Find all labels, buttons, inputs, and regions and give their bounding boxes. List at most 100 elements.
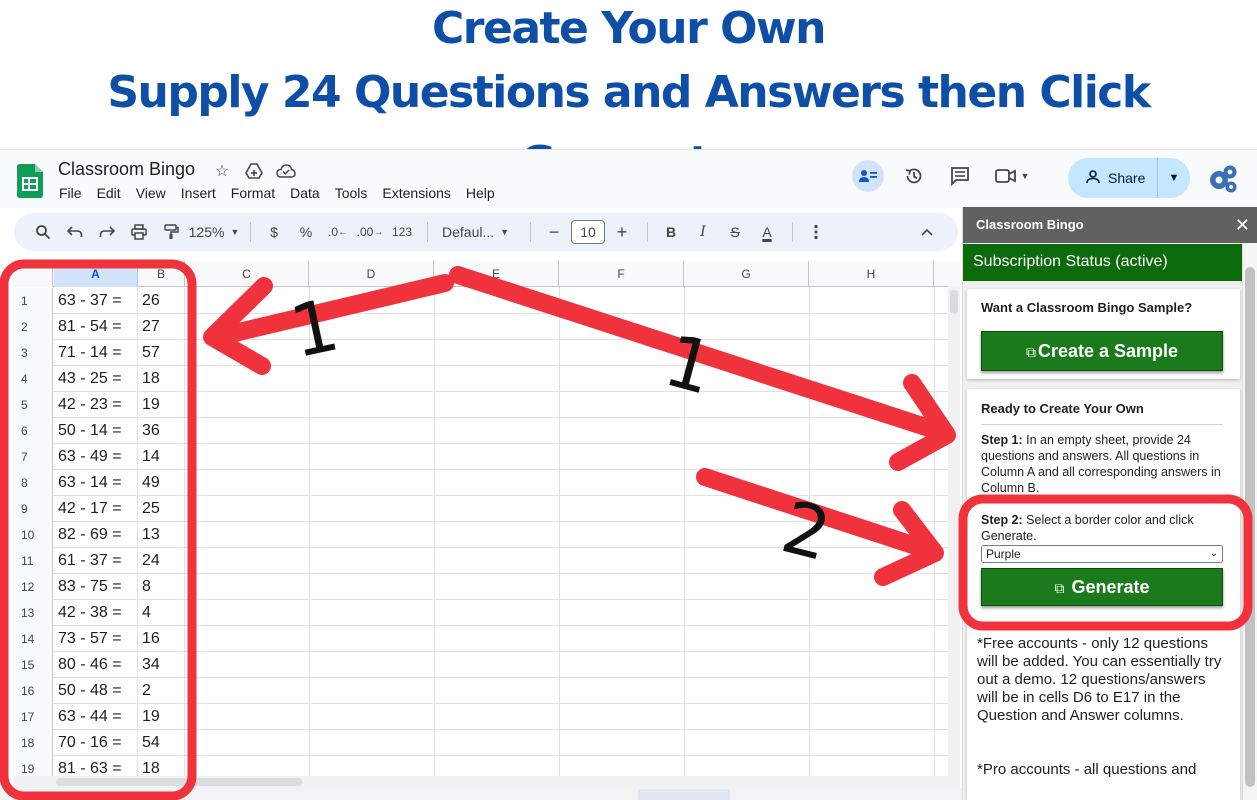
font-size-input[interactable]: 10 bbox=[571, 220, 605, 244]
more-options-button[interactable] bbox=[801, 218, 831, 246]
row-number[interactable]: 16 bbox=[13, 678, 53, 704]
row-number[interactable]: 1 bbox=[13, 288, 53, 314]
spreadsheet-grid[interactable]: A B C D E F G H 1 63 - 37 = 26 2 81 - 54 = 2… bbox=[13, 261, 960, 776]
redo-button[interactable] bbox=[92, 218, 122, 246]
answer-cell[interactable]: 36 bbox=[138, 418, 185, 444]
star-icon[interactable]: ☆ bbox=[211, 160, 233, 182]
row-number[interactable]: 12 bbox=[13, 574, 53, 600]
sidebar-scroll-thumb[interactable] bbox=[1245, 267, 1255, 787]
menu-view[interactable]: View bbox=[136, 185, 166, 201]
row-number[interactable]: 7 bbox=[13, 444, 53, 470]
answer-cell[interactable]: 14 bbox=[138, 444, 185, 470]
row-number[interactable]: 8 bbox=[13, 470, 53, 496]
row-number[interactable]: 10 bbox=[13, 522, 53, 548]
column-header-g[interactable]: G bbox=[684, 261, 809, 287]
text-color-button[interactable]: A bbox=[752, 218, 782, 246]
print-button[interactable] bbox=[124, 218, 154, 246]
collapse-toolbar-button[interactable] bbox=[912, 218, 942, 246]
question-cell[interactable]: 42 - 38 = bbox=[54, 600, 138, 626]
question-cell[interactable]: 50 - 14 = bbox=[54, 418, 138, 444]
presence-button[interactable] bbox=[852, 160, 884, 192]
question-cell[interactable]: 73 - 57 = bbox=[54, 626, 138, 652]
answer-cell[interactable]: 19 bbox=[138, 392, 185, 418]
question-cell[interactable]: 42 - 23 = bbox=[54, 392, 138, 418]
strikethrough-button[interactable]: S bbox=[720, 218, 750, 246]
menu-edit[interactable]: Edit bbox=[97, 185, 121, 201]
drive-icon[interactable] bbox=[243, 160, 265, 182]
currency-format-button[interactable]: $ bbox=[259, 218, 289, 246]
paint-format-button[interactable] bbox=[156, 218, 186, 246]
question-cell[interactable]: 63 - 44 = bbox=[54, 704, 138, 730]
question-cell[interactable]: 81 - 54 = bbox=[54, 314, 138, 340]
sheets-logo-icon[interactable] bbox=[17, 164, 43, 198]
answer-cell[interactable]: 27 bbox=[138, 314, 185, 340]
italic-button[interactable]: I bbox=[688, 218, 718, 246]
answer-cell[interactable]: 19 bbox=[138, 704, 185, 730]
version-history-button[interactable] bbox=[898, 160, 930, 192]
question-cell[interactable]: 80 - 46 = bbox=[54, 652, 138, 678]
increase-decimal-button[interactable]: .00 → bbox=[355, 218, 385, 246]
answer-cell[interactable]: 26 bbox=[138, 288, 185, 314]
answer-cell[interactable]: 16 bbox=[138, 626, 185, 652]
decrease-font-size-button[interactable]: − bbox=[539, 218, 569, 246]
row-number[interactable]: 6 bbox=[13, 418, 53, 444]
menu-tools[interactable]: Tools bbox=[335, 185, 368, 201]
row-number[interactable]: 5 bbox=[13, 392, 53, 418]
decrease-decimal-button[interactable]: .0 ← bbox=[323, 218, 353, 246]
menu-help[interactable]: Help bbox=[466, 185, 495, 201]
more-formats-button[interactable]: 123 bbox=[387, 218, 417, 246]
generate-button[interactable]: ⧉ Generate bbox=[981, 568, 1223, 606]
menu-data[interactable]: Data bbox=[290, 185, 320, 201]
column-header-e[interactable]: E bbox=[434, 261, 559, 287]
column-header-a[interactable]: A bbox=[54, 261, 138, 287]
share-button[interactable]: Share ▼ bbox=[1068, 158, 1190, 198]
answer-cell[interactable]: 25 bbox=[138, 496, 185, 522]
question-cell[interactable]: 63 - 49 = bbox=[54, 444, 138, 470]
answer-cell[interactable]: 8 bbox=[138, 574, 185, 600]
question-cell[interactable]: 70 - 16 = bbox=[54, 730, 138, 756]
row-number[interactable]: 2 bbox=[13, 314, 53, 340]
border-color-select[interactable]: Purple ⌄ bbox=[981, 545, 1223, 563]
menu-file[interactable]: File bbox=[59, 185, 82, 201]
question-cell[interactable]: 63 - 14 = bbox=[54, 470, 138, 496]
answer-cell[interactable]: 18 bbox=[138, 756, 185, 776]
column-header-b[interactable]: B bbox=[138, 261, 185, 287]
menu-format[interactable]: Format bbox=[231, 185, 275, 201]
vertical-scrollbar[interactable] bbox=[948, 286, 960, 776]
question-cell[interactable]: 61 - 37 = bbox=[54, 548, 138, 574]
row-number[interactable]: 4 bbox=[13, 366, 53, 392]
row-number[interactable]: 9 bbox=[13, 496, 53, 522]
question-cell[interactable]: 63 - 37 = bbox=[54, 288, 138, 314]
horizontal-scroll-thumb[interactable] bbox=[56, 778, 302, 786]
menu-insert[interactable]: Insert bbox=[181, 185, 216, 201]
question-cell[interactable]: 42 - 17 = bbox=[54, 496, 138, 522]
row-number[interactable]: 19 bbox=[13, 756, 53, 776]
chevron-down-icon[interactable]: ▼ bbox=[1158, 172, 1190, 184]
question-cell[interactable]: 50 - 48 = bbox=[54, 678, 138, 704]
column-header-h[interactable]: H bbox=[809, 261, 934, 287]
question-cell[interactable]: 82 - 69 = bbox=[54, 522, 138, 548]
answer-cell[interactable]: 57 bbox=[138, 340, 185, 366]
sheet-tab[interactable] bbox=[638, 789, 730, 800]
undo-button[interactable] bbox=[60, 218, 90, 246]
row-number[interactable]: 18 bbox=[13, 730, 53, 756]
vertical-scroll-thumb[interactable] bbox=[950, 290, 958, 314]
answer-cell[interactable]: 34 bbox=[138, 652, 185, 678]
answer-cell[interactable]: 49 bbox=[138, 470, 185, 496]
gear-icon[interactable] bbox=[1206, 162, 1240, 196]
row-number[interactable]: 11 bbox=[13, 548, 53, 574]
answer-cell[interactable]: 54 bbox=[138, 730, 185, 756]
row-number[interactable]: 17 bbox=[13, 704, 53, 730]
row-number[interactable]: 13 bbox=[13, 600, 53, 626]
row-number[interactable]: 15 bbox=[13, 652, 53, 678]
answer-cell[interactable]: 4 bbox=[138, 600, 185, 626]
menu-extensions[interactable]: Extensions bbox=[382, 185, 450, 201]
meet-button[interactable]: ▼ bbox=[990, 160, 1034, 192]
question-cell[interactable]: 83 - 75 = bbox=[54, 574, 138, 600]
answer-cell[interactable]: 18 bbox=[138, 366, 185, 392]
answer-cell[interactable]: 2 bbox=[138, 678, 185, 704]
column-header-d[interactable]: D bbox=[309, 261, 434, 287]
answer-cell[interactable]: 13 bbox=[138, 522, 185, 548]
search-menus-button[interactable] bbox=[28, 218, 58, 246]
row-number[interactable]: 14 bbox=[13, 626, 53, 652]
